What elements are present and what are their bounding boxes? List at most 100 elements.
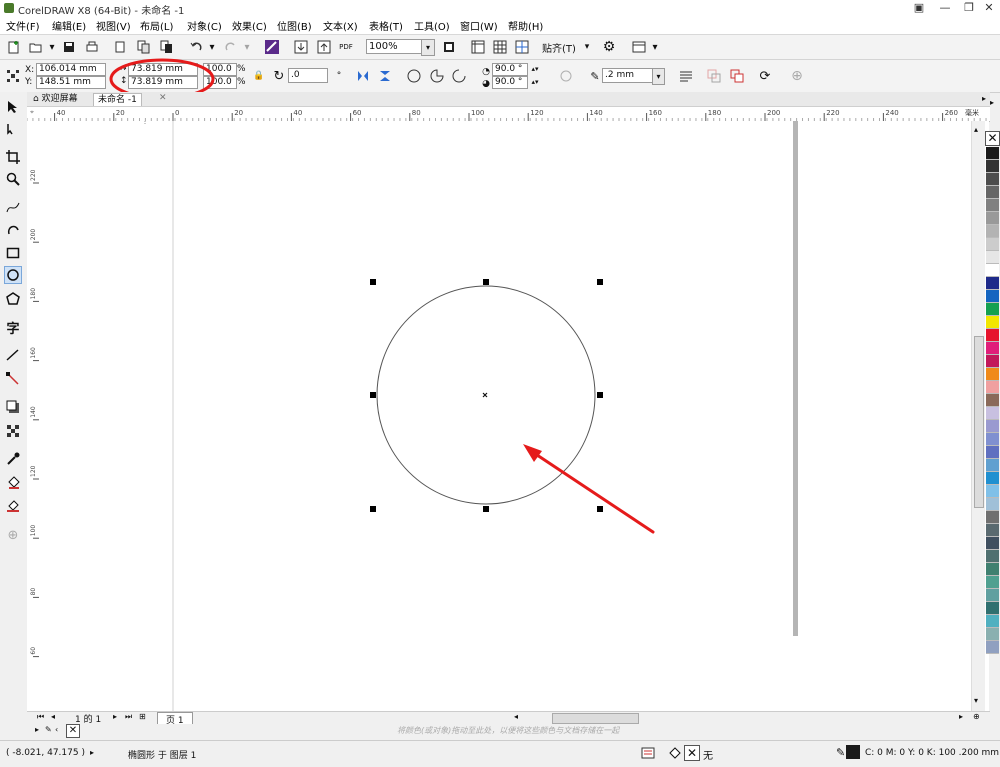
tab-scroll-right-icon[interactable]: ▸ (982, 94, 986, 103)
color-swatch[interactable] (986, 355, 999, 368)
color-swatch[interactable] (986, 628, 999, 641)
redo-dropdown-icon[interactable]: ▾ (238, 38, 256, 56)
user-icon[interactable]: ▣ (908, 0, 930, 15)
palette-eyedropper-icon[interactable]: ✎ (45, 725, 52, 734)
pdf-export-icon[interactable]: PDF (337, 38, 355, 56)
no-color-swatch[interactable]: ✕ (985, 131, 1000, 146)
options-gear-icon[interactable]: ⚙ (600, 38, 618, 56)
ellipse-tool-icon[interactable] (4, 266, 22, 284)
no-fill-swatch[interactable]: ✕ (66, 724, 80, 738)
color-swatch[interactable] (986, 511, 999, 524)
menu-effects[interactable]: 效果(C) (232, 18, 267, 33)
y-position-field[interactable]: 148.51 mm (36, 76, 106, 89)
x-position-field[interactable]: 106.014 mm (36, 63, 106, 76)
color-swatch[interactable] (986, 238, 999, 251)
color-swatch[interactable] (986, 485, 999, 498)
color-swatch[interactable] (986, 342, 999, 355)
selection-handle[interactable] (483, 506, 489, 512)
transparency-tool-icon[interactable] (4, 422, 22, 440)
outline-color-swatch[interactable] (846, 745, 860, 759)
export-icon[interactable] (135, 38, 153, 56)
close-button[interactable]: ✕ (978, 0, 1000, 15)
first-page-icon[interactable]: ⏮ (37, 712, 44, 722)
save-icon[interactable] (60, 38, 78, 56)
menu-help[interactable]: 帮助(H) (508, 18, 543, 33)
color-swatch[interactable] (986, 537, 999, 550)
menu-object[interactable]: 对象(C) (187, 18, 222, 33)
color-swatch[interactable] (986, 329, 999, 342)
show-guidelines-icon[interactable] (513, 38, 531, 56)
selection-handle[interactable] (370, 506, 376, 512)
copy-icon[interactable] (158, 38, 176, 56)
zoom-tool-icon[interactable] (4, 170, 22, 188)
menu-file[interactable]: 文件(F) (6, 18, 40, 33)
ruler-origin-icon[interactable]: ⌖ (30, 108, 34, 117)
interactive-fill-icon[interactable] (4, 474, 22, 492)
show-grid-icon[interactable] (491, 38, 509, 56)
import-arrow-icon[interactable] (292, 38, 310, 56)
scroll-left-icon[interactable]: ◂ (514, 712, 518, 721)
color-swatch[interactable] (986, 407, 999, 420)
smart-fill-icon[interactable] (4, 496, 22, 514)
import-icon[interactable] (112, 38, 130, 56)
zoom-dropdown-icon[interactable]: ▾ (421, 39, 435, 56)
undo-dropdown-icon[interactable]: ▾ (203, 38, 221, 56)
show-rulers-icon[interactable] (469, 38, 487, 56)
restore-button[interactable]: ❐ (958, 0, 980, 15)
color-swatch[interactable] (986, 264, 999, 277)
connector-tool-icon[interactable] (4, 370, 22, 388)
color-swatch[interactable] (986, 615, 999, 628)
color-swatch[interactable] (986, 303, 999, 316)
close-tab-icon[interactable]: ✕ (159, 93, 167, 103)
pie-mode-icon[interactable] (428, 67, 446, 85)
drawing-canvas[interactable] (39, 121, 989, 712)
vertical-scroll-thumb[interactable] (974, 336, 984, 508)
menu-window[interactable]: 窗口(W) (460, 18, 498, 33)
scroll-down-icon[interactable]: ▾ (974, 696, 978, 705)
color-swatch[interactable] (986, 446, 999, 459)
color-swatch[interactable] (986, 212, 999, 225)
quick-customize-icon[interactable]: ⊕ (4, 526, 22, 544)
menu-layout[interactable]: 布局(L) (140, 18, 173, 33)
outline-width-field[interactable]: .2 mm (602, 68, 656, 83)
palette-menu-icon[interactable]: ‹ (55, 725, 58, 734)
text-tool-icon[interactable]: 字 (4, 318, 22, 337)
rotation-angle-field[interactable]: .0 (288, 68, 328, 83)
eyedropper-icon[interactable] (4, 450, 22, 468)
color-swatch[interactable] (986, 160, 999, 173)
selection-handle[interactable] (370, 392, 376, 398)
end-angle-field[interactable]: 90.0 ° (492, 76, 528, 89)
color-swatch[interactable] (986, 563, 999, 576)
parallel-dimension-icon[interactable] (4, 346, 22, 364)
add-icon[interactable]: ⊕ (788, 67, 806, 85)
tab-welcome[interactable]: ⌂ 欢迎屏幕 (29, 93, 82, 105)
pick-tool-icon[interactable] (4, 98, 22, 116)
status-expand-icon[interactable]: ▸ (90, 748, 94, 757)
full-screen-icon[interactable] (440, 38, 458, 56)
color-swatch[interactable] (986, 186, 999, 199)
menu-bitmaps[interactable]: 位图(B) (277, 18, 312, 33)
color-swatch[interactable] (986, 225, 999, 238)
color-swatch[interactable] (986, 290, 999, 303)
color-swatch[interactable] (986, 576, 999, 589)
color-swatch[interactable] (986, 498, 999, 511)
start-angle-spinner[interactable]: ▴▾ (526, 63, 544, 74)
palette-expand-icon[interactable]: ▸ (35, 725, 39, 734)
mirror-horizontal-icon[interactable] (354, 67, 372, 85)
minimize-button[interactable]: — (934, 0, 956, 15)
snap-dropdown-icon[interactable]: ▾ (578, 38, 596, 56)
tab-document[interactable]: 未命名 -1 (93, 93, 142, 106)
artistic-media-icon[interactable] (4, 220, 22, 238)
arc-mode-icon[interactable] (450, 67, 468, 85)
prev-page-icon[interactable]: ◂ (51, 712, 55, 721)
zoom-level-field[interactable]: 100% (366, 39, 428, 54)
launcher-dropdown-icon[interactable]: ▾ (646, 38, 664, 56)
menu-tools[interactable]: 工具(O) (414, 18, 450, 33)
mirror-vertical-icon[interactable] (376, 67, 394, 85)
menu-view[interactable]: 视图(V) (96, 18, 131, 33)
horizontal-scroll-thumb[interactable] (552, 713, 639, 724)
color-swatch[interactable] (986, 394, 999, 407)
menu-text[interactable]: 文本(X) (323, 18, 358, 33)
to-front-icon[interactable] (728, 67, 746, 85)
color-swatch[interactable] (986, 381, 999, 394)
